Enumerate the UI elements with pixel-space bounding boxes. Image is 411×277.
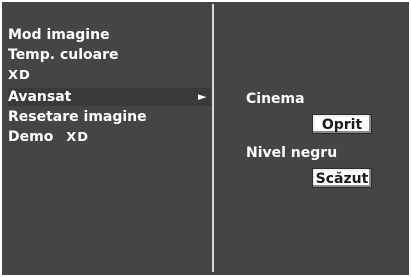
xd-logo-icon: XD [8, 68, 31, 83]
cinema-value-box[interactable]: Oprit [312, 114, 372, 134]
menu-item-label: Resetare imagine [8, 109, 147, 125]
menu-item-demo[interactable]: Demo XD [8, 128, 89, 146]
menu-item-avansat[interactable]: Avansat ► [8, 88, 211, 106]
menu-item-label: Demo [8, 129, 54, 145]
main-menu-panel: Mod imagine Temp. culoare XD Avansat ► R… [2, 4, 211, 271]
submenu-arrow-icon: ► [198, 90, 207, 103]
xd-logo-icon: XD [66, 130, 90, 145]
osd-menu: Mod imagine Temp. culoare XD Avansat ► R… [0, 0, 411, 277]
menu-item-label: Avansat [8, 89, 72, 105]
panel-divider [212, 4, 214, 272]
cinema-label: Cinema [246, 91, 305, 107]
black-level-value-box[interactable]: Scăzut [312, 168, 372, 188]
menu-item-label: Temp. culoare [8, 47, 119, 63]
submenu-panel: Cinema Oprit Nivel negru Scăzut [216, 4, 407, 271]
menu-item-xd[interactable]: XD [8, 66, 31, 84]
menu-item-temp-culoare[interactable]: Temp. culoare [8, 46, 119, 64]
menu-item-label: Mod imagine [8, 27, 110, 43]
menu-item-resetare-imagine[interactable]: Resetare imagine [8, 108, 147, 126]
menu-item-mod-imagine[interactable]: Mod imagine [8, 26, 110, 44]
black-level-label: Nivel negru [246, 145, 338, 161]
